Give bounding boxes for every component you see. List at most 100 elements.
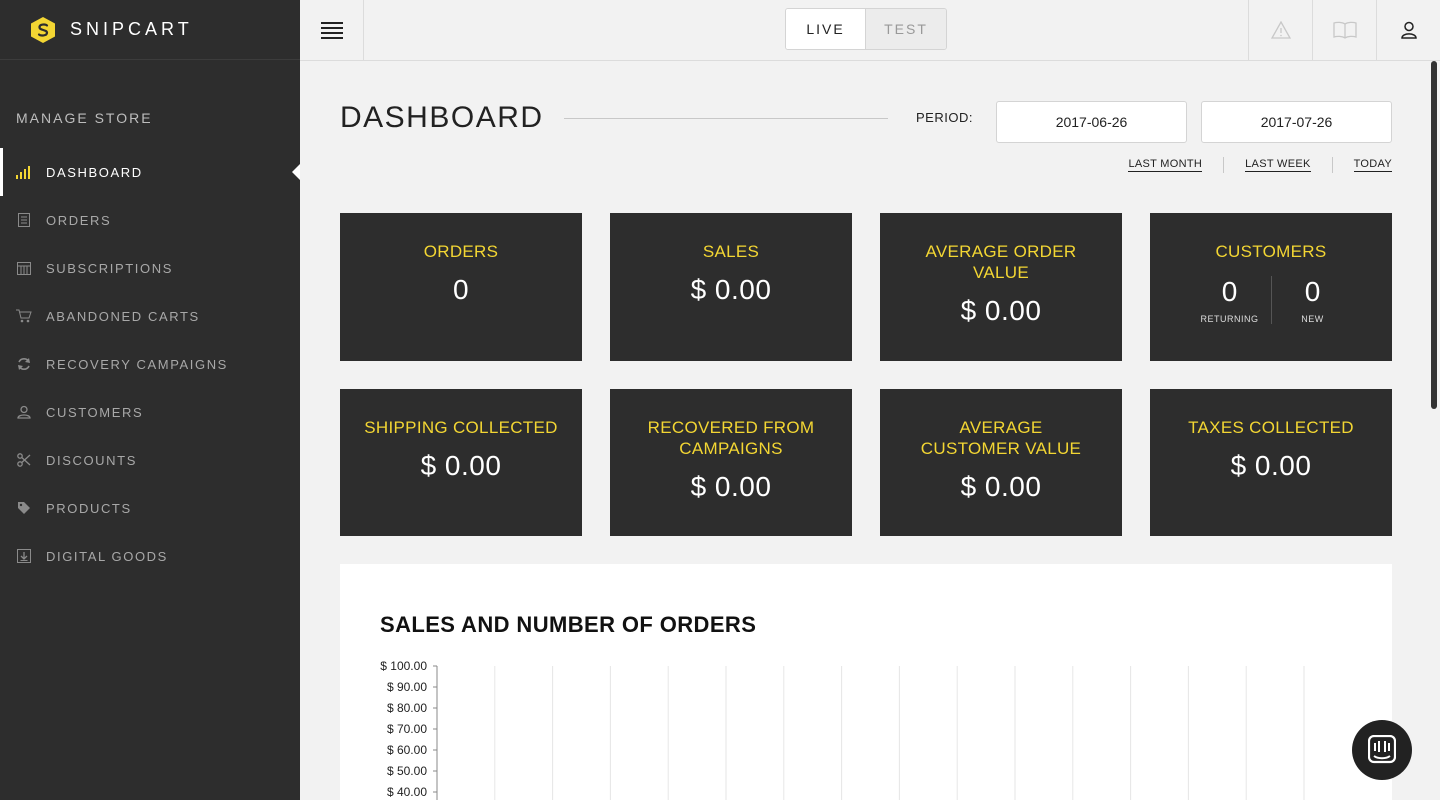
sidebar-item-recovery-campaigns[interactable]: RECOVERY CAMPAIGNS bbox=[0, 340, 300, 388]
period-label: PERIOD: bbox=[916, 110, 973, 125]
sidebar-item-abandoned-carts[interactable]: ABANDONED CARTS bbox=[0, 292, 300, 340]
stat-card-taxes-collected: TAXES COLLECTED $ 0.00 bbox=[1150, 389, 1392, 536]
sidebar-nav: DASHBOARD ORDERS SUBSCRIPTIONS ABANDONED… bbox=[0, 148, 300, 580]
sidebar-item-label: RECOVERY CAMPAIGNS bbox=[46, 356, 228, 372]
stat-card-average-order-value: AVERAGE ORDER VALUE $ 0.00 bbox=[880, 213, 1122, 361]
stat-card-value: $ 0.00 bbox=[420, 450, 502, 481]
stat-card-title: SHIPPING COLLECTED bbox=[364, 418, 558, 437]
divider bbox=[1223, 157, 1225, 173]
sidebar-item-label: SUBSCRIPTIONS bbox=[46, 260, 173, 276]
scrollbar-thumb[interactable] bbox=[1431, 61, 1437, 409]
sidebar-section-title: MANAGE STORE bbox=[16, 110, 153, 126]
stat-card-title: TAXES COLLECTED bbox=[1188, 418, 1354, 437]
stat-card-value: $ 0.00 bbox=[960, 295, 1042, 326]
new-label: NEW bbox=[1301, 314, 1324, 324]
page-header: DASHBOARD PERIOD: 2017-06-26 2017-07-26 … bbox=[340, 61, 1392, 181]
stat-card-customers: CUSTOMERS 0 RETURNING 0 NEW bbox=[1150, 213, 1392, 361]
sidebar-item-subscriptions[interactable]: SUBSCRIPTIONS bbox=[0, 244, 300, 292]
returning-customers: 0 RETURNING bbox=[1190, 276, 1270, 324]
brand[interactable]: SNIPCART bbox=[0, 0, 300, 60]
stat-card-title: RECOVERED FROM CAMPAIGNS bbox=[647, 418, 815, 458]
sidebar-item-label: DIGITAL GOODS bbox=[46, 548, 168, 564]
last-month-link[interactable]: LAST MONTH bbox=[1128, 158, 1203, 172]
sidebar-item-label: DISCOUNTS bbox=[46, 452, 137, 468]
customers-split: 0 RETURNING 0 NEW bbox=[1150, 276, 1392, 324]
y-tick-label: $ 40.00 bbox=[387, 785, 427, 799]
returning-count: 0 bbox=[1221, 276, 1238, 307]
alerts-button[interactable] bbox=[1248, 0, 1312, 60]
stat-card-value: 0 bbox=[452, 274, 470, 305]
stat-card-orders: ORDERS 0 bbox=[340, 213, 582, 361]
main-content: DASHBOARD PERIOD: 2017-06-26 2017-07-26 … bbox=[340, 61, 1392, 800]
new-customers: 0 NEW bbox=[1273, 276, 1353, 324]
account-button[interactable] bbox=[1376, 0, 1440, 60]
period-start-input[interactable]: 2017-06-26 bbox=[996, 101, 1187, 143]
sales-orders-chart: SALES AND NUMBER OF ORDERS $ 100.00 $ 90.… bbox=[340, 564, 1392, 800]
stat-card-value: $ 0.00 bbox=[690, 274, 772, 305]
sidebar-item-label: CUSTOMERS bbox=[46, 404, 144, 420]
y-tick-label: $ 50.00 bbox=[387, 764, 427, 778]
stat-card-value: $ 0.00 bbox=[960, 471, 1042, 502]
new-count: 0 bbox=[1304, 276, 1321, 307]
y-tick-label: $ 90.00 bbox=[387, 680, 427, 694]
y-tick-label: $ 60.00 bbox=[387, 743, 427, 757]
book-icon bbox=[1332, 21, 1357, 39]
divider bbox=[1270, 276, 1272, 324]
title-divider bbox=[564, 118, 888, 119]
y-tick-label: $ 70.00 bbox=[387, 722, 427, 736]
sidebar-item-products[interactable]: PRODUCTS bbox=[0, 484, 300, 532]
refresh-icon bbox=[16, 356, 32, 372]
calendar-icon bbox=[16, 260, 32, 276]
sidebar-item-label: ABANDONED CARTS bbox=[46, 308, 200, 324]
y-tick-label: $ 100.00 bbox=[380, 659, 427, 673]
today-link[interactable]: TODAY bbox=[1353, 158, 1392, 172]
sidebar-item-discounts[interactable]: DISCOUNTS bbox=[0, 436, 300, 484]
stat-card-title: SALES bbox=[702, 242, 760, 261]
warning-icon bbox=[1270, 21, 1291, 39]
bar-chart-icon bbox=[16, 164, 32, 180]
topbar-actions bbox=[1248, 0, 1440, 60]
snipcart-logo-icon bbox=[31, 16, 55, 43]
sidebar-item-digital-goods[interactable]: DIGITAL GOODS bbox=[0, 532, 300, 580]
stat-card-shipping-collected: SHIPPING COLLECTED $ 0.00 bbox=[340, 389, 582, 536]
docs-button[interactable] bbox=[1312, 0, 1376, 60]
sidebar-item-label: PRODUCTS bbox=[46, 500, 132, 516]
chat-button[interactable] bbox=[1352, 720, 1412, 780]
period-end-input[interactable]: 2017-07-26 bbox=[1201, 101, 1392, 143]
user-icon bbox=[1400, 21, 1417, 39]
cart-icon bbox=[16, 308, 32, 324]
stat-card-title: AVERAGE CUSTOMER VALUE bbox=[920, 418, 1082, 458]
tag-icon bbox=[16, 500, 32, 516]
stat-card-value: $ 0.00 bbox=[690, 471, 772, 502]
page-title: DASHBOARD bbox=[340, 101, 544, 134]
receipt-icon bbox=[16, 212, 32, 228]
user-icon bbox=[16, 404, 32, 420]
sidebar-item-label: ORDERS bbox=[46, 212, 112, 228]
stat-card-value: $ 0.00 bbox=[1230, 450, 1312, 481]
stat-card-average-customer-value: AVERAGE CUSTOMER VALUE $ 0.00 bbox=[880, 389, 1122, 536]
mode-live-button[interactable]: LIVE bbox=[786, 9, 866, 49]
mode-toggle: LIVE TEST bbox=[785, 8, 947, 50]
sidebar-item-customers[interactable]: CUSTOMERS bbox=[0, 388, 300, 436]
stat-card-recovered-from-campaigns: RECOVERED FROM CAMPAIGNS $ 0.00 bbox=[610, 389, 852, 536]
returning-label: RETURNING bbox=[1200, 314, 1259, 324]
sidebar: SNIPCART MANAGE STORE DASHBOARD ORDERS S… bbox=[0, 0, 300, 800]
stat-card-sales: SALES $ 0.00 bbox=[610, 213, 852, 361]
brand-name: SNIPCART bbox=[70, 19, 193, 39]
divider bbox=[1331, 157, 1333, 173]
sidebar-item-dashboard[interactable]: DASHBOARD bbox=[0, 148, 300, 196]
y-tick-label: $ 80.00 bbox=[387, 701, 427, 715]
chat-icon bbox=[1368, 735, 1396, 764]
download-icon bbox=[16, 548, 32, 564]
stat-card-title: AVERAGE ORDER VALUE bbox=[925, 242, 1077, 282]
last-week-link[interactable]: LAST WEEK bbox=[1245, 158, 1311, 172]
mode-test-button[interactable]: TEST bbox=[866, 9, 946, 49]
menu-toggle-button[interactable] bbox=[300, 0, 364, 60]
hamburger-icon bbox=[320, 22, 343, 39]
quick-ranges: LAST MONTH LAST WEEK TODAY bbox=[1128, 157, 1392, 173]
sidebar-item-orders[interactable]: ORDERS bbox=[0, 196, 300, 244]
sidebar-item-label: DASHBOARD bbox=[46, 164, 143, 180]
scrollbar[interactable] bbox=[1428, 61, 1440, 800]
stat-card-title: CUSTOMERS bbox=[1215, 242, 1327, 261]
stat-card-title: ORDERS bbox=[423, 242, 499, 261]
